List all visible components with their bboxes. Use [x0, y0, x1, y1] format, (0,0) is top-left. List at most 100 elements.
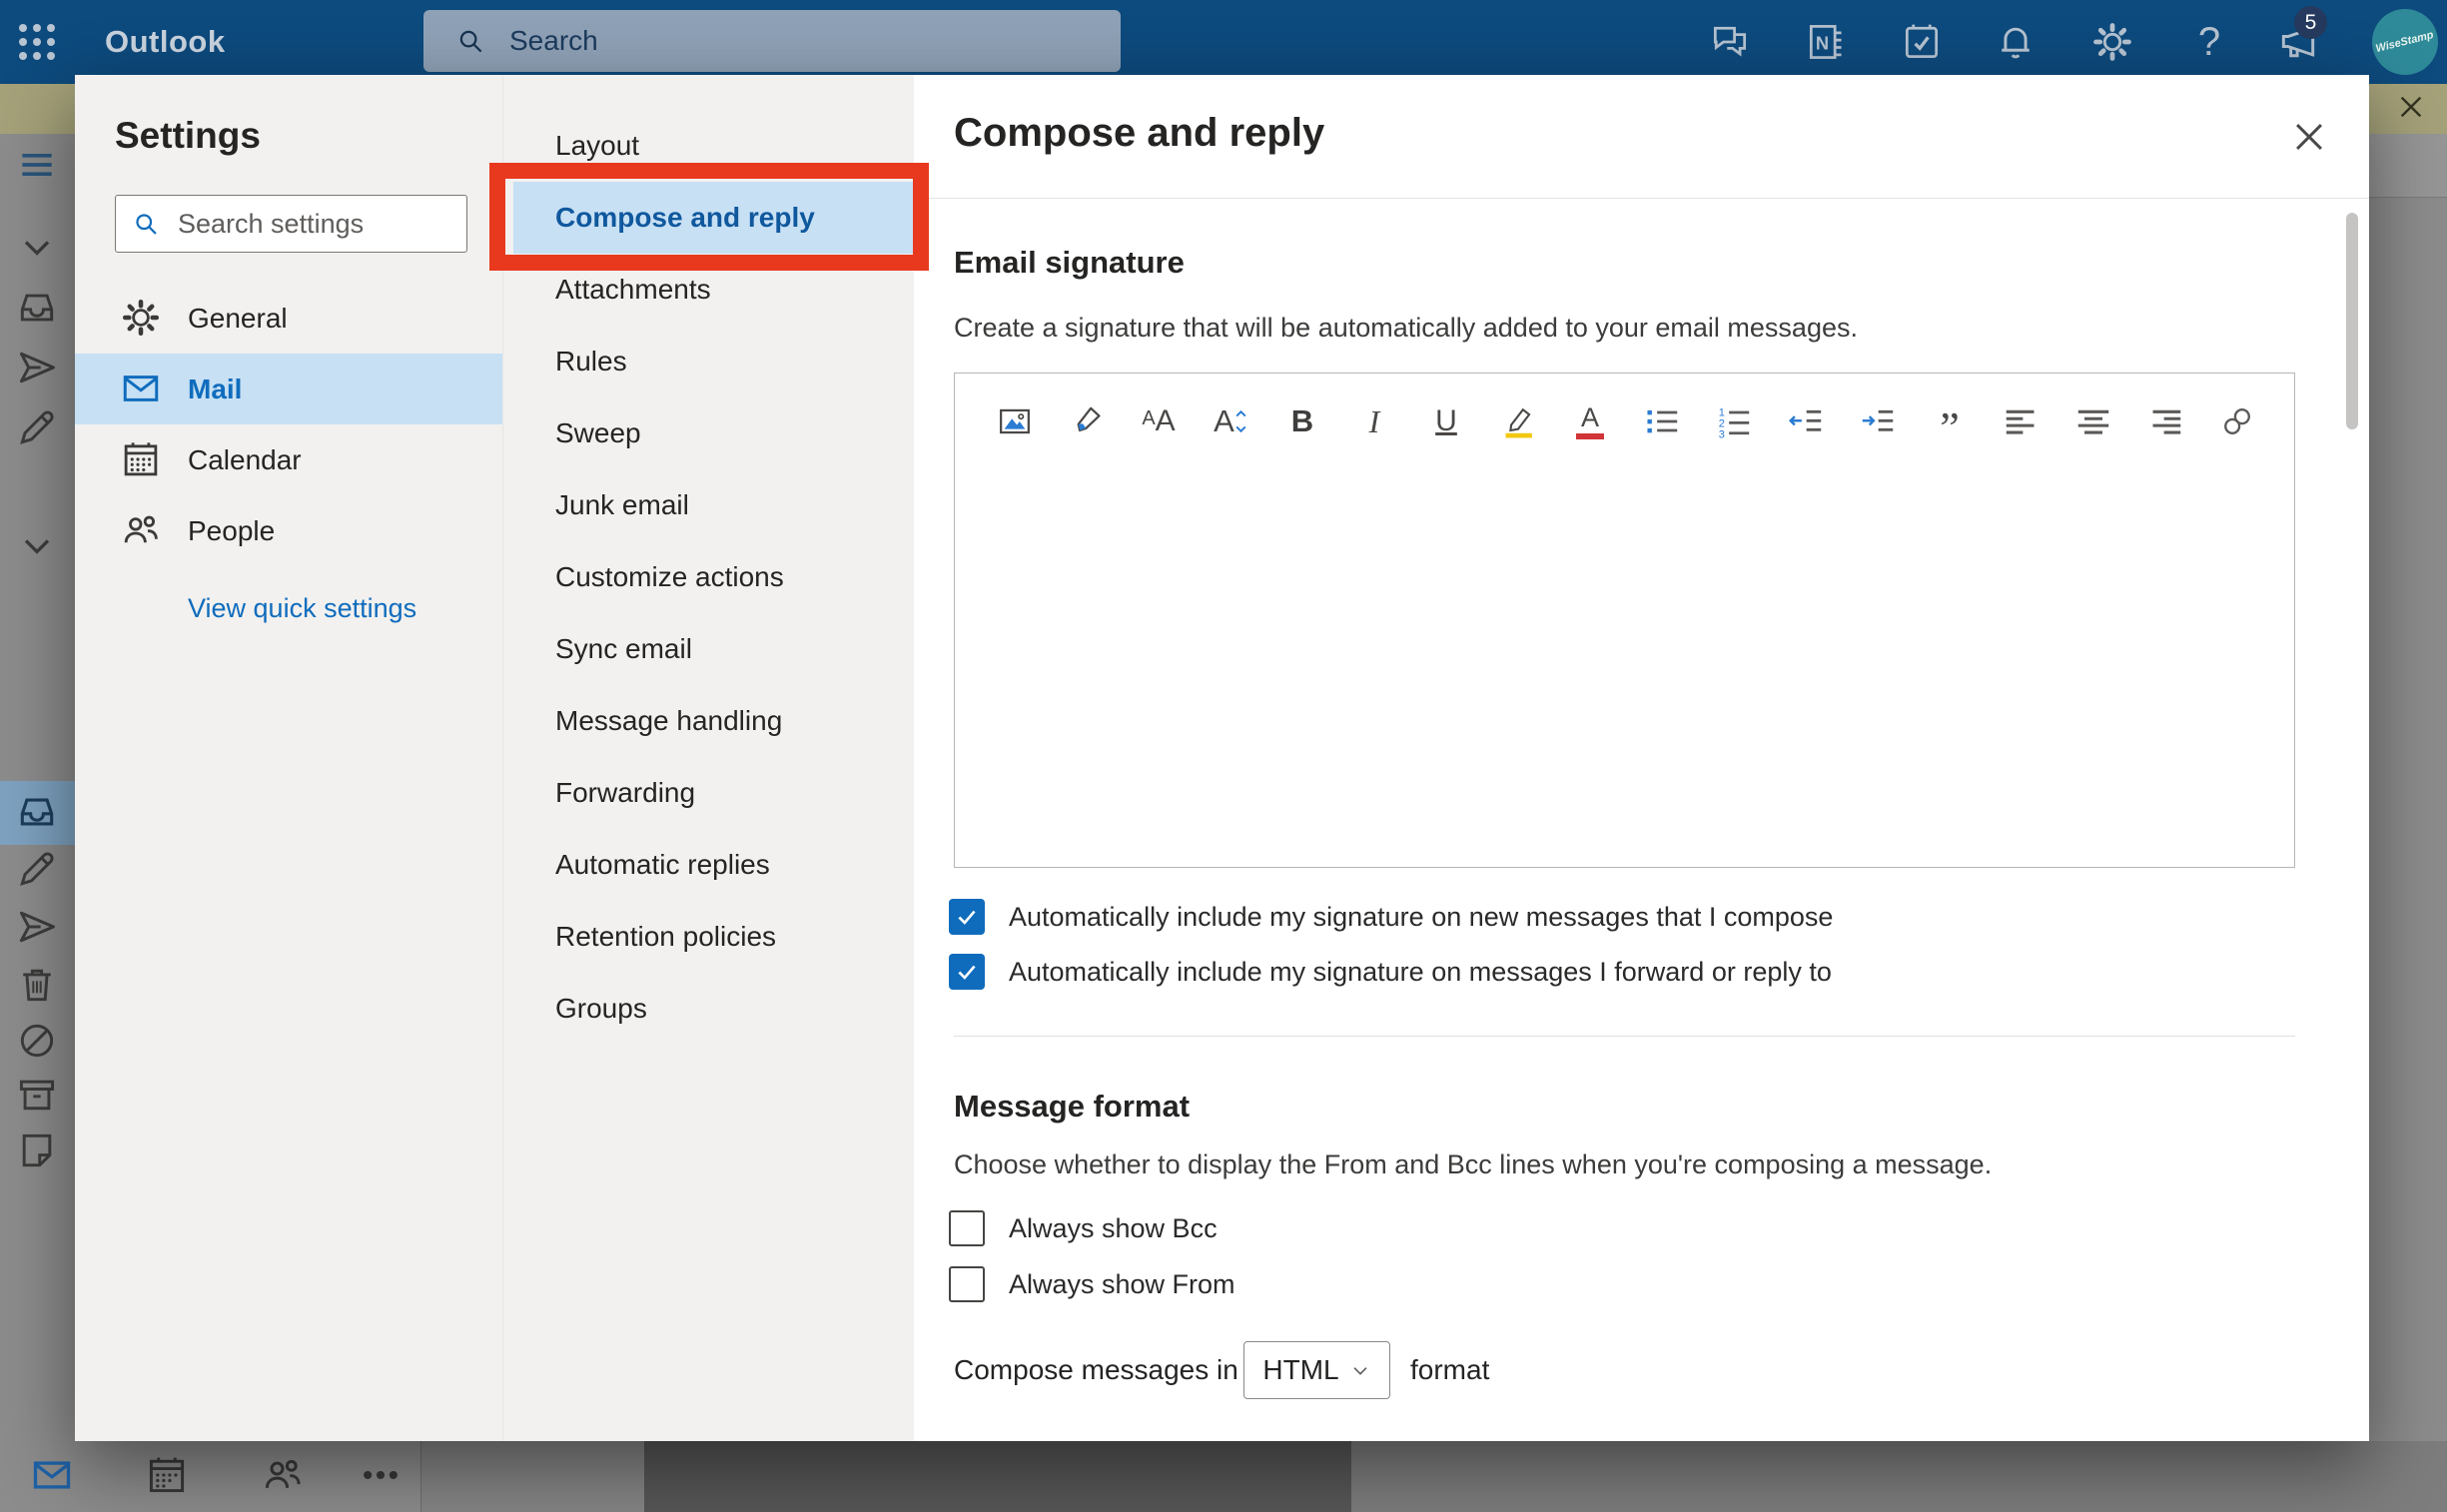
sidebar-item-people[interactable]: People: [75, 495, 502, 566]
compose-format-suffix: format: [1410, 1340, 1489, 1400]
header-divider: [914, 198, 2369, 199]
insert-image-button[interactable]: [993, 399, 1037, 443]
checkbox-signature-new-messages[interactable]: [949, 899, 985, 935]
hamburger-menu-icon: [15, 143, 59, 187]
account-avatar[interactable]: WiseStamp: [2372, 9, 2438, 75]
bold-button[interactable]: B: [1280, 399, 1324, 443]
module-calendar-icon: [145, 1453, 189, 1497]
font-color-button[interactable]: A: [1568, 399, 1612, 443]
module-mail-icon: [30, 1453, 74, 1497]
signature-editor[interactable]: AA A B I U A 123 ”: [954, 373, 2295, 868]
nav-item-automatic-replies[interactable]: Automatic replies: [503, 829, 915, 901]
people-icon: [120, 509, 162, 551]
align-right-icon: [2147, 403, 2183, 439]
checkbox-always-show-bcc[interactable]: [949, 1210, 985, 1246]
nav-item-layout[interactable]: Layout: [503, 110, 915, 182]
view-quick-settings-link[interactable]: View quick settings: [188, 593, 416, 624]
gear-icon: [120, 297, 162, 339]
chevron-down-icon: [15, 225, 59, 269]
align-right-button[interactable]: [2143, 399, 2187, 443]
panel-title: Compose and reply: [954, 111, 1324, 156]
junk-block-icon: [15, 1019, 59, 1063]
format-painter-button[interactable]: [1065, 399, 1109, 443]
close-icon[interactable]: [2287, 115, 2331, 159]
svg-text:N: N: [1816, 32, 1829, 53]
sidebar-item-calendar[interactable]: Calendar: [75, 424, 502, 495]
nav-item-customize-actions[interactable]: Customize actions: [503, 541, 915, 613]
envelope-icon: [120, 368, 162, 409]
font-color-icon: A: [1576, 404, 1604, 439]
insert-link-icon: [2219, 403, 2255, 439]
onenote-icon[interactable]: N: [1804, 20, 1848, 64]
section-divider: [954, 1036, 2295, 1037]
underline-icon: U: [1435, 404, 1457, 438]
align-center-button[interactable]: [2071, 399, 2115, 443]
todo-icon[interactable]: [1900, 20, 1944, 64]
search-icon: [455, 26, 485, 56]
increase-indent-button[interactable]: [1856, 399, 1900, 443]
app-launcher-icon[interactable]: [13, 18, 61, 66]
numbered-list-button[interactable]: 123: [1712, 399, 1756, 443]
settings-search-box[interactable]: [115, 195, 467, 253]
checkbox-signature-forward-reply[interactable]: [949, 954, 985, 990]
checkbox-label: Automatically include my signature on ne…: [1009, 899, 1833, 935]
pane-divider: [420, 1441, 421, 1512]
sidebar-item-label: People: [188, 495, 275, 566]
settings-dialog: Settings General Mail: [75, 75, 2369, 1441]
italic-button[interactable]: I: [1352, 399, 1396, 443]
inbox-icon: [15, 286, 59, 330]
underline-button[interactable]: U: [1424, 399, 1468, 443]
message-format-dropdown[interactable]: HTML: [1243, 1341, 1390, 1399]
nav-item-compose-and-reply[interactable]: Compose and reply: [503, 182, 915, 254]
chat-icon[interactable]: [1708, 20, 1752, 64]
nav-item-rules[interactable]: Rules: [503, 326, 915, 397]
settings-search-input[interactable]: [176, 208, 445, 241]
nav-item-sync-email[interactable]: Sync email: [503, 613, 915, 685]
top-app-bar: Outlook N ? 5 WiseStamp: [0, 0, 2447, 84]
checkmark-icon: [954, 904, 980, 930]
global-search-bar[interactable]: [423, 10, 1121, 72]
compose-format-row: Compose messages in HTML format: [914, 1340, 2312, 1400]
bold-icon: B: [1291, 403, 1313, 439]
notifications-bell-icon[interactable]: [1994, 20, 2038, 64]
italic-icon: I: [1369, 403, 1380, 440]
sidebar-item-general[interactable]: General: [75, 283, 502, 354]
outlook-settings-screen: Outlook N ? 5 WiseStamp: [0, 0, 2447, 1512]
text-highlight-button[interactable]: [1496, 399, 1540, 443]
message-list-bottom: [644, 1441, 1351, 1512]
settings-gear-icon[interactable]: [2090, 20, 2134, 64]
notes-icon: [15, 1129, 59, 1172]
font-size-button[interactable]: A: [1209, 399, 1252, 443]
nav-item-forwarding[interactable]: Forwarding: [503, 757, 915, 829]
checkmark-icon: [954, 959, 980, 985]
message-format-heading: Message format: [954, 1089, 1190, 1125]
help-icon[interactable]: ?: [2187, 20, 2231, 64]
nav-item-junk-email[interactable]: Junk email: [503, 469, 915, 541]
insert-link-button[interactable]: [2215, 399, 2259, 443]
align-left-button[interactable]: [2000, 399, 2043, 443]
quote-button[interactable]: ”: [1928, 399, 1972, 443]
notification-count-badge: 5: [2294, 6, 2327, 39]
compose-format-prefix: Compose messages in: [954, 1340, 1238, 1400]
chevron-down-icon: [15, 523, 59, 567]
signature-forward-reply-row: Automatically include my signature on me…: [914, 954, 2312, 990]
nav-item-message-handling[interactable]: Message handling: [503, 685, 915, 757]
font-size-icon: A: [1214, 403, 1234, 439]
global-search-input[interactable]: [507, 24, 1067, 58]
sidebar-item-mail[interactable]: Mail: [75, 354, 502, 424]
font-name-button[interactable]: AA: [1137, 399, 1181, 443]
settings-sidebar: Settings General Mail: [75, 75, 502, 1441]
nav-item-attachments[interactable]: Attachments: [503, 254, 915, 326]
decrease-indent-button[interactable]: [1784, 399, 1828, 443]
checkbox-always-show-from[interactable]: [949, 1266, 985, 1302]
nav-item-retention-policies[interactable]: Retention policies: [503, 901, 915, 973]
checkbox-label: Always show Bcc: [1009, 1210, 1218, 1246]
nav-item-sweep[interactable]: Sweep: [503, 397, 915, 469]
font-name-icon: AA: [1142, 404, 1175, 438]
signature-text-area[interactable]: [955, 469, 2294, 867]
nav-item-groups[interactable]: Groups: [503, 973, 915, 1045]
compose-and-reply-panel: Compose and reply Email signature Create…: [914, 75, 2369, 1441]
panel-scrollbar-thumb[interactable]: [2346, 213, 2358, 429]
background-divider: [2369, 197, 2447, 198]
bullet-list-button[interactable]: [1640, 399, 1684, 443]
